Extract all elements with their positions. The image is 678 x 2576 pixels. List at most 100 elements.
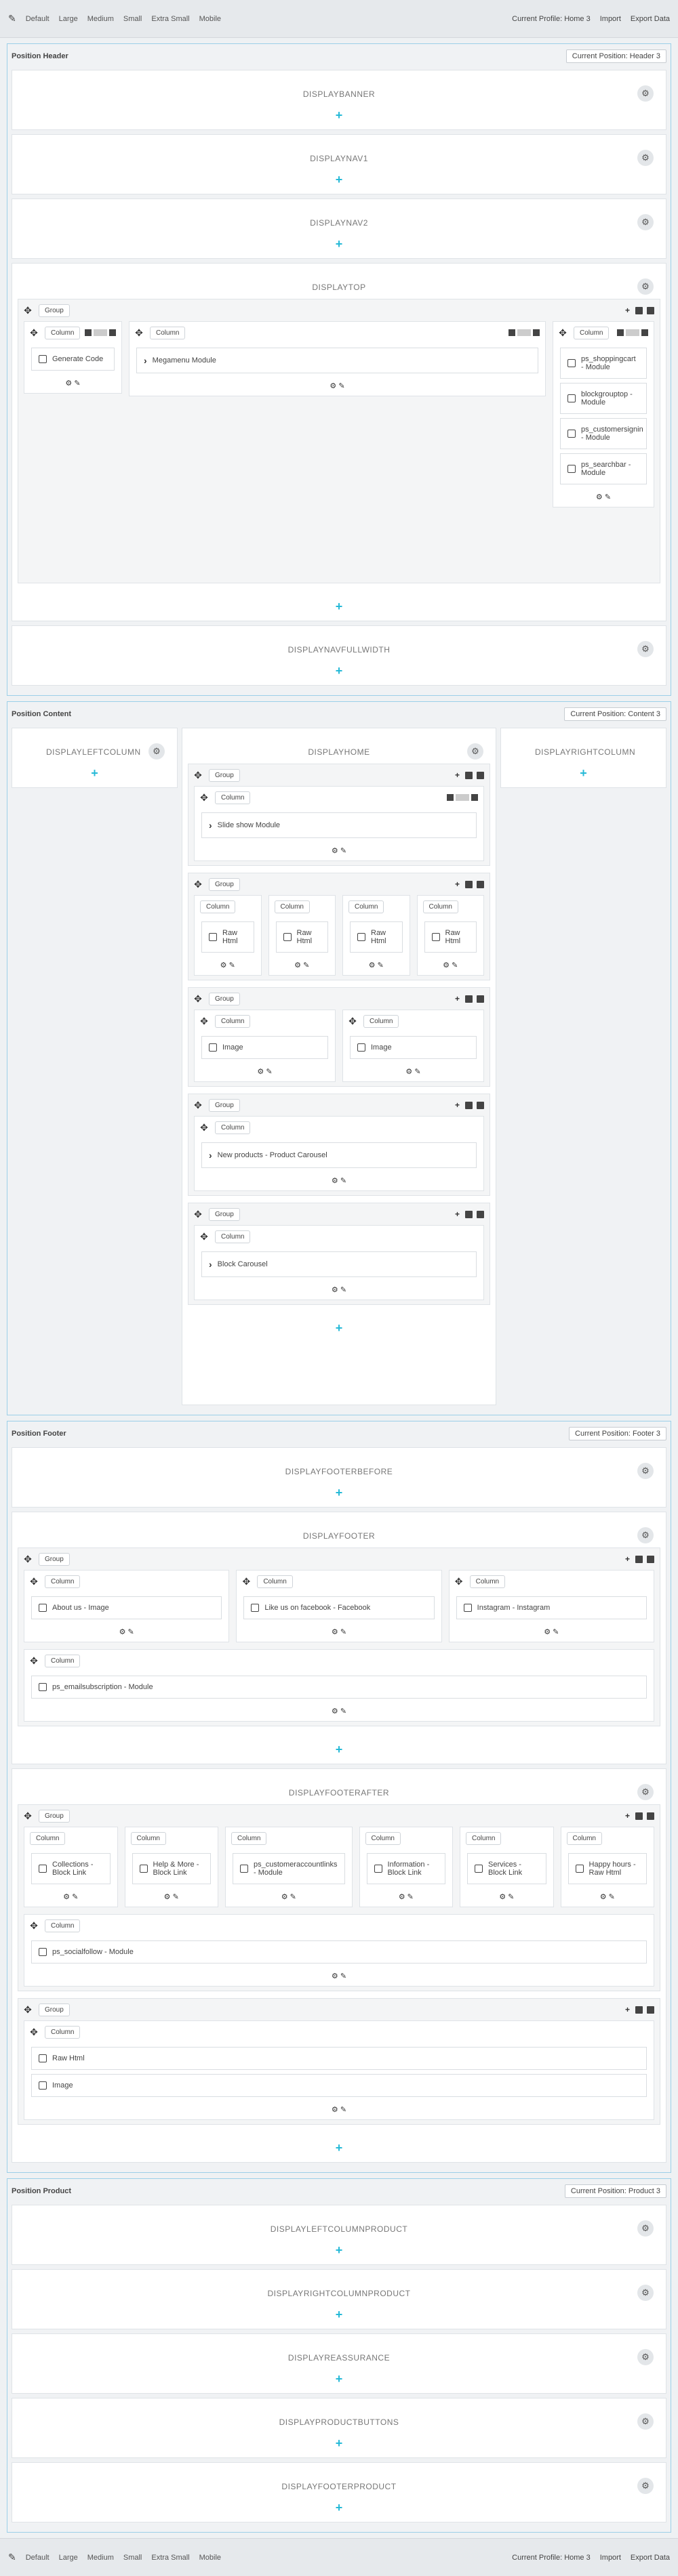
edit-tool-icon[interactable]: ✎	[8, 2552, 16, 2563]
grid-icon[interactable]	[465, 1101, 473, 1109]
column-dropdown[interactable]: Column	[274, 900, 310, 913]
column-dropdown[interactable]: Column	[574, 326, 610, 339]
add-group-button[interactable]: +	[501, 757, 666, 787]
move-icon[interactable]: ✥	[194, 1100, 202, 1111]
module-item[interactable]: Generate Code	[31, 348, 115, 371]
edit-tool-icon[interactable]: ✎	[8, 13, 16, 24]
column-dropdown[interactable]: Column	[45, 2025, 81, 2039]
column-dropdown[interactable]: Column	[130, 1831, 166, 1845]
gear-icon[interactable]: ⚙	[637, 278, 654, 295]
plus-icon[interactable]: +	[454, 1210, 461, 1218]
module-item[interactable]: Information - Block Link	[366, 1853, 446, 1884]
module-item[interactable]: Raw Html	[201, 921, 254, 953]
add-group-button[interactable]: +	[12, 1733, 666, 1764]
group-dropdown[interactable]: Group	[39, 304, 70, 317]
column-tools[interactable]: ⚙ ✎	[195, 1063, 335, 1076]
column-tools[interactable]: ⚙ ✎	[226, 1888, 352, 1901]
move-icon[interactable]: ✥	[200, 792, 208, 804]
grid-icon[interactable]	[465, 771, 473, 779]
close-icon[interactable]	[647, 1555, 654, 1563]
import-button[interactable]: Import	[600, 2554, 621, 2562]
close-icon[interactable]	[647, 2006, 654, 2014]
module-item[interactable]: Like us on facebook - Facebook	[243, 1596, 435, 1619]
device-medium[interactable]: Medium	[87, 15, 114, 23]
grid-icon[interactable]	[635, 306, 643, 314]
module-item[interactable]: ps_searchbar - Module	[560, 453, 647, 484]
column-tools[interactable]: ⚙ ✎	[269, 957, 336, 970]
column-tools[interactable]: ⚙ ✎	[553, 489, 654, 501]
module-item[interactable]: Raw Html	[31, 2047, 647, 2070]
grid-icon[interactable]	[465, 880, 473, 888]
module-item[interactable]: › Block Carousel	[201, 1251, 477, 1277]
grid-icon[interactable]	[635, 1555, 643, 1563]
footer-position-select[interactable]: Current Position: Footer 3	[569, 1427, 666, 1440]
module-item[interactable]: Instagram - Instagram	[456, 1596, 647, 1619]
module-item[interactable]: › Megamenu Module	[136, 348, 538, 373]
add-group-button[interactable]: +	[12, 2427, 666, 2457]
column-tools[interactable]: ⚙ ✎	[195, 1172, 483, 1185]
export-button[interactable]: Export Data	[631, 15, 670, 23]
module-item[interactable]: blockgrouptop - Module	[560, 383, 647, 414]
module-item[interactable]: ps_socialfollow - Module	[31, 1940, 647, 1964]
module-item[interactable]: Raw Html	[275, 921, 328, 953]
module-item[interactable]: Image	[31, 2074, 647, 2097]
close-icon[interactable]	[477, 1210, 484, 1218]
module-item[interactable]: Collections - Block Link	[31, 1853, 111, 1884]
gear-icon[interactable]: ⚙	[637, 85, 654, 102]
group-dropdown[interactable]: Group	[209, 992, 240, 1005]
move-icon[interactable]: ✥	[194, 993, 202, 1005]
move-icon[interactable]: ✥	[30, 1920, 38, 1932]
gear-icon[interactable]: ⚙	[467, 743, 483, 760]
device-mobile[interactable]: Mobile	[199, 15, 221, 23]
group-dropdown[interactable]: Group	[39, 2003, 70, 2016]
add-group-button[interactable]: +	[12, 2234, 666, 2264]
add-group-button[interactable]: +	[12, 228, 666, 258]
add-group-button[interactable]: +	[12, 655, 666, 685]
column-tools[interactable]: ⚙ ✎	[24, 1968, 654, 1980]
device-large[interactable]: Large	[59, 2554, 78, 2562]
module-item[interactable]: › New products - Product Carousel	[201, 1142, 477, 1168]
column-tools[interactable]: ⚙ ✎	[24, 1703, 654, 1716]
move-icon[interactable]: ✥	[194, 1209, 202, 1220]
column-dropdown[interactable]: Column	[215, 1230, 251, 1243]
column-dropdown[interactable]: Column	[422, 900, 458, 913]
move-icon[interactable]: ✥	[455, 1576, 463, 1587]
device-default[interactable]: Default	[26, 2554, 49, 2562]
add-group-button[interactable]: +	[12, 2298, 666, 2329]
add-group-button[interactable]: +	[182, 1312, 496, 1342]
column-tools[interactable]: ⚙ ✎	[24, 2101, 654, 2114]
column-dropdown[interactable]: Column	[348, 900, 384, 913]
column-tools[interactable]: ⚙ ✎	[418, 957, 484, 970]
add-group-button[interactable]: +	[12, 1476, 666, 1507]
gear-icon[interactable]: ⚙	[637, 2285, 654, 2301]
column-tools[interactable]: ⚙ ✎	[195, 842, 483, 855]
column-tools[interactable]: ⚙ ✎	[237, 1623, 441, 1636]
device-default[interactable]: Default	[26, 15, 49, 23]
add-group-button[interactable]: +	[12, 2363, 666, 2393]
move-icon[interactable]: ✥	[30, 1576, 38, 1587]
device-large[interactable]: Large	[59, 15, 78, 23]
column-dropdown[interactable]: Column	[215, 1121, 251, 1134]
column-tools[interactable]: ⚙ ✎	[561, 1888, 654, 1901]
close-icon[interactable]	[477, 880, 484, 888]
module-item[interactable]: ps_shoppingcart - Module	[560, 348, 647, 379]
grid-icon[interactable]	[465, 1210, 473, 1218]
module-item[interactable]: Happy hours - Raw Html	[567, 1853, 647, 1884]
module-item[interactable]: Help & More - Block Link	[132, 1853, 211, 1884]
profile-select[interactable]: Current Profile: Home 3	[512, 15, 591, 23]
column-tools[interactable]: ⚙ ✎	[125, 1888, 218, 1901]
module-item[interactable]: ps_customeraccountlinks - Module	[233, 1853, 345, 1884]
gear-icon[interactable]: ⚙	[637, 1463, 654, 1479]
gear-icon[interactable]: ⚙	[637, 2220, 654, 2237]
gear-icon[interactable]: ⚙	[637, 2478, 654, 2494]
move-icon[interactable]: ✥	[200, 1016, 208, 1027]
move-icon[interactable]: ✥	[24, 1554, 32, 1565]
add-group-button[interactable]: +	[12, 2491, 666, 2522]
move-icon[interactable]: ✥	[24, 305, 32, 316]
device-extra-small[interactable]: Extra Small	[151, 2554, 189, 2562]
add-group-button[interactable]: +	[12, 2132, 666, 2162]
module-item[interactable]: Raw Html	[424, 921, 477, 953]
column-tools[interactable]: ⚙ ✎	[24, 1888, 117, 1901]
module-item[interactable]: ps_customersignin - Module	[560, 418, 647, 449]
column-tools[interactable]: ⚙ ✎	[24, 1623, 228, 1636]
